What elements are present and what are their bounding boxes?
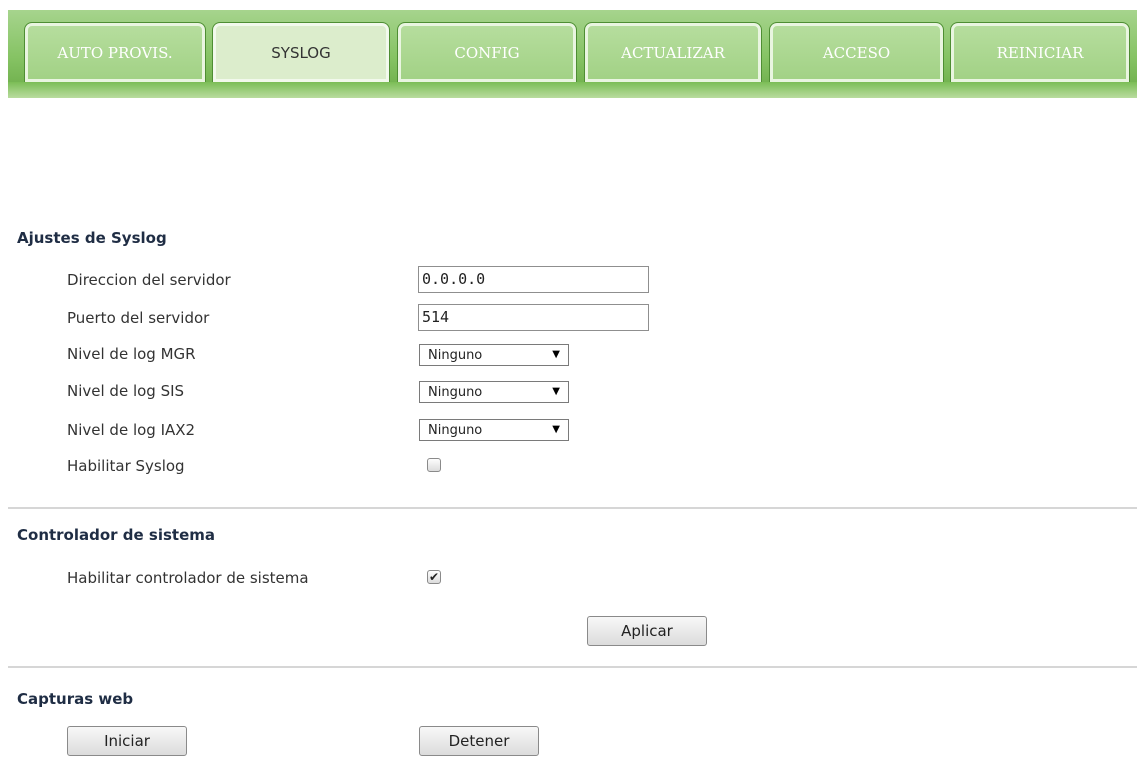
- server-address-input[interactable]: 0.0.0.0: [418, 266, 649, 293]
- server-port-label: Puerto del servidor: [67, 309, 210, 327]
- section-divider: [8, 507, 1137, 509]
- check-mark-icon: ✔: [428, 570, 440, 584]
- iax2-log-level-value: Ninguno: [428, 423, 483, 438]
- mgr-log-level-value: Ninguno: [428, 348, 483, 363]
- mgr-log-level-label: Nivel de log MGR: [67, 345, 196, 363]
- apply-button[interactable]: Aplicar: [587, 616, 707, 646]
- server-address-label: Direccion del servidor: [67, 271, 231, 289]
- iax2-log-level-select[interactable]: Ninguno ▼: [419, 419, 569, 441]
- enable-syslog-checkbox[interactable]: [427, 458, 441, 472]
- web-captures-title: Capturas web: [17, 690, 134, 708]
- tab-bar-bottom-strip: [8, 82, 1137, 98]
- tab-actualizar[interactable]: ACTUALIZAR: [584, 22, 762, 82]
- dropdown-arrow-icon: ▼: [552, 386, 560, 397]
- enable-system-controller-checkbox[interactable]: ✔: [427, 570, 441, 584]
- enable-system-controller-label: Habilitar controlador de sistema: [67, 569, 309, 587]
- system-controller-title: Controlador de sistema: [17, 526, 216, 544]
- tab-acceso[interactable]: ACCESO: [769, 22, 944, 82]
- sis-log-level-select[interactable]: Ninguno ▼: [419, 381, 569, 403]
- tab-auto-provis[interactable]: AUTO PROVIS.: [24, 22, 206, 82]
- sis-log-level-value: Ninguno: [428, 385, 483, 400]
- sis-log-level-label: Nivel de log SIS: [67, 382, 185, 400]
- enable-syslog-label: Habilitar Syslog: [67, 457, 185, 475]
- stop-capture-button[interactable]: Detener: [419, 726, 539, 756]
- iax2-log-level-label: Nivel de log IAX2: [67, 421, 196, 439]
- tab-syslog[interactable]: SYSLOG: [212, 22, 390, 82]
- tab-reiniciar[interactable]: REINICIAR: [950, 22, 1130, 82]
- syslog-settings-title: Ajustes de Syslog: [17, 229, 167, 247]
- server-port-input[interactable]: 514: [418, 304, 649, 331]
- syslog-settings-page: AUTO PROVIS. SYSLOG CONFIG ACTUALIZAR AC…: [0, 0, 1137, 768]
- dropdown-arrow-icon: ▼: [552, 424, 560, 435]
- dropdown-arrow-icon: ▼: [552, 349, 560, 360]
- tab-config[interactable]: CONFIG: [397, 22, 577, 82]
- start-capture-button[interactable]: Iniciar: [67, 726, 187, 756]
- section-divider: [8, 666, 1137, 668]
- mgr-log-level-select[interactable]: Ninguno ▼: [419, 344, 569, 366]
